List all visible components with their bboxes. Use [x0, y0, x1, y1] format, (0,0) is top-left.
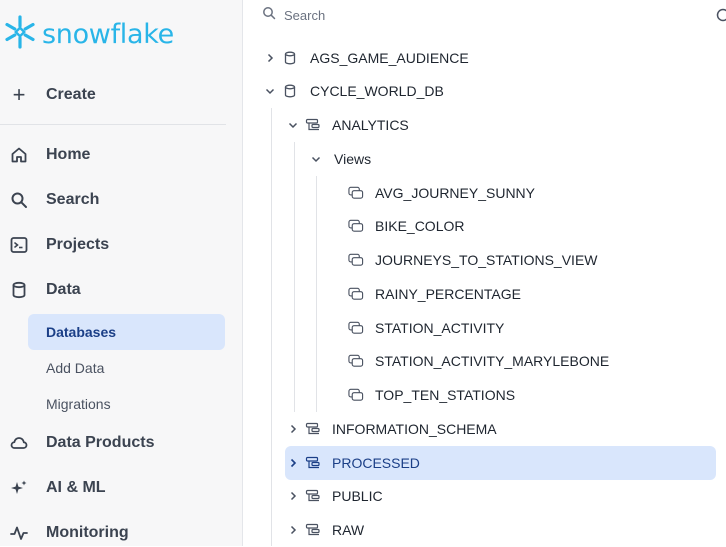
nav-item-projects[interactable]: Projects: [10, 236, 109, 254]
tree-view-item[interactable]: BIKE_COLOR: [348, 209, 464, 243]
tree-guide-line: [271, 108, 272, 546]
database-icon: [10, 281, 28, 299]
tree-folder-views[interactable]: Views: [310, 142, 371, 176]
tree-label: CYCLE_WORLD_DB: [310, 83, 444, 99]
nav-label: Data: [46, 281, 81, 299]
logo-wordmark: snowflake: [42, 19, 174, 50]
tree-label: ANALYTICS: [332, 117, 409, 133]
tree-schema-public[interactable]: PUBLIC: [287, 479, 383, 513]
schema-icon: [305, 522, 321, 538]
chevron-right-icon[interactable]: [287, 490, 299, 502]
activity-icon: [10, 524, 28, 542]
tree-label: INFORMATION_SCHEMA: [332, 421, 497, 437]
view-icon: [348, 286, 364, 302]
view-icon: [348, 218, 364, 234]
create-button[interactable]: + Create: [10, 84, 96, 106]
tree-label: RAW: [332, 522, 364, 538]
nav-label: Monitoring: [46, 524, 129, 542]
schema-icon: [305, 421, 321, 437]
home-icon: [10, 146, 28, 164]
object-search[interactable]: Search: [262, 6, 325, 25]
cloud-icon: [10, 434, 28, 452]
tree-schema-processed[interactable]: PROCESSED: [287, 446, 420, 480]
tree-guide-line: [294, 142, 295, 412]
tree-label: STATION_ACTIVITY: [375, 320, 504, 336]
tree-view-item[interactable]: STATION_ACTIVITY: [348, 311, 504, 345]
tree-label: PROCESSED: [332, 455, 420, 471]
tree-label: AGS_GAME_AUDIENCE: [310, 50, 469, 66]
tree-label: PUBLIC: [332, 488, 383, 504]
nav-label: Data Products: [46, 434, 154, 452]
view-icon: [348, 185, 364, 201]
snowflake-icon: [2, 14, 38, 55]
chevron-down-icon[interactable]: [287, 119, 299, 131]
nav-sub-migrations[interactable]: Migrations: [28, 386, 225, 422]
snowflake-logo[interactable]: snowflake: [2, 14, 174, 55]
tree-label: RAINY_PERCENTAGE: [375, 286, 521, 302]
nav-label: Home: [46, 146, 90, 164]
view-icon: [348, 353, 364, 369]
nav-item-data-products[interactable]: Data Products: [10, 434, 154, 452]
nav-item-home[interactable]: Home: [10, 146, 90, 164]
nav-item-search[interactable]: Search: [10, 191, 99, 209]
nav-label: Projects: [46, 236, 109, 254]
tree-label: AVG_JOURNEY_SUNNY: [375, 185, 535, 201]
tree-schema-information-schema[interactable]: INFORMATION_SCHEMA: [287, 412, 497, 446]
tree-label: JOURNEYS_TO_STATIONS_VIEW: [375, 252, 598, 268]
search-icon: [262, 6, 276, 25]
nav-item-monitoring[interactable]: Monitoring: [10, 524, 129, 542]
chevron-down-icon[interactable]: [264, 85, 276, 97]
search-input[interactable]: Search: [284, 8, 325, 23]
tree-guide-line: [316, 176, 317, 412]
schema-icon: [305, 455, 321, 471]
tree-database-ags-game-audience[interactable]: AGS_GAME_AUDIENCE: [264, 41, 469, 75]
tree-view-item[interactable]: STATION_ACTIVITY_MARYLEBONE: [348, 344, 609, 378]
view-icon: [348, 320, 364, 336]
nav-item-ai-ml[interactable]: AI & ML: [10, 479, 106, 497]
nav-label: Search: [46, 191, 99, 209]
nav-sub-databases[interactable]: Databases: [28, 314, 225, 350]
create-label: Create: [46, 86, 96, 104]
tree-view-item[interactable]: JOURNEYS_TO_STATIONS_VIEW: [348, 243, 598, 277]
sparkle-icon: [10, 479, 28, 497]
plus-icon: +: [10, 84, 28, 106]
tree-label: BIKE_COLOR: [375, 218, 464, 234]
refresh-icon[interactable]: [716, 8, 726, 22]
sidebar-divider: [0, 124, 226, 125]
terminal-icon: [10, 236, 28, 254]
database-icon: [282, 83, 298, 99]
nav-sub-add-data[interactable]: Add Data: [28, 350, 225, 386]
database-icon: [282, 50, 298, 66]
tree-label: Views: [334, 151, 371, 167]
schema-icon: [305, 488, 321, 504]
nav-item-data[interactable]: Data: [10, 281, 81, 299]
chevron-right-icon[interactable]: [287, 457, 299, 469]
chevron-right-icon[interactable]: [264, 52, 276, 64]
tree-view-item[interactable]: RAINY_PERCENTAGE: [348, 277, 521, 311]
sidebar: snowflake + Create Home Search Projects …: [0, 0, 243, 546]
tree-schema-analytics[interactable]: ANALYTICS: [287, 108, 409, 142]
search-icon: [10, 191, 28, 209]
tree-view-item[interactable]: TOP_TEN_STATIONS: [348, 378, 515, 412]
chevron-right-icon[interactable]: [287, 524, 299, 536]
view-icon: [348, 252, 364, 268]
tree-schema-raw[interactable]: RAW: [287, 513, 364, 547]
chevron-down-icon[interactable]: [310, 153, 322, 165]
nav-label: AI & ML: [46, 479, 106, 497]
tree-label: TOP_TEN_STATIONS: [375, 387, 515, 403]
tree-view-item[interactable]: AVG_JOURNEY_SUNNY: [348, 176, 535, 210]
tree-database-cycle-world-db[interactable]: CYCLE_WORLD_DB: [264, 74, 444, 108]
schema-icon: [305, 117, 321, 133]
chevron-right-icon[interactable]: [287, 423, 299, 435]
tree-label: STATION_ACTIVITY_MARYLEBONE: [375, 353, 609, 369]
view-icon: [348, 387, 364, 403]
